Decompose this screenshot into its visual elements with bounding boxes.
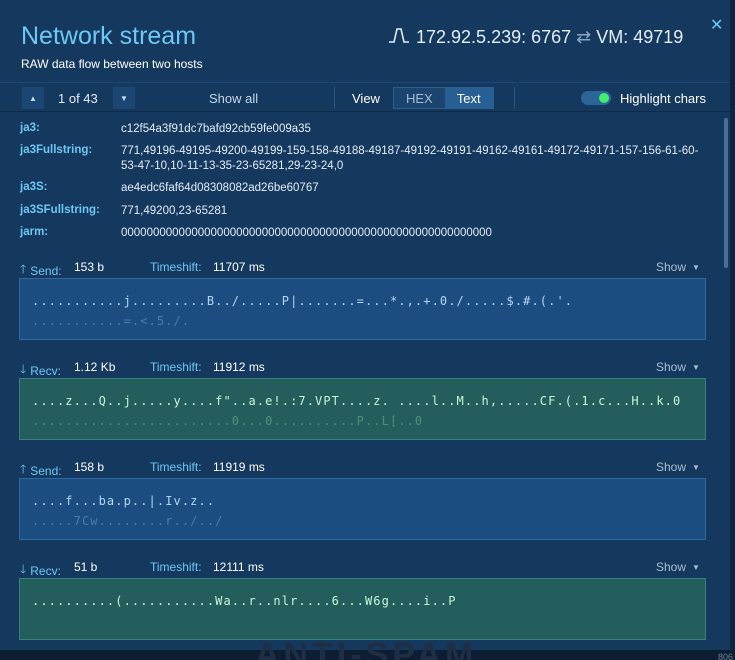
background-text: ANTI-SPAM (255, 636, 478, 660)
fingerprint-row: ja3S: ae4edc6faf64d08308082ad26be60767 (20, 181, 701, 196)
chevron-down-icon: ▼ (692, 562, 700, 572)
fingerprint-key: ja3SFullstring: (20, 204, 100, 216)
payload-line: ....f...ba.p..|.Iv.z.. (32, 494, 216, 508)
dialog-title: Network stream (21, 22, 197, 50)
waveform-icon (388, 26, 410, 49)
chevron-up-icon: ▲ (29, 93, 37, 103)
payload-line: ...........=.<.5./. (32, 314, 191, 328)
fingerprint-key: jarm: (20, 226, 49, 238)
view-text-button[interactable]: Text (444, 88, 493, 108)
connection-summary: 172.92.5.239: 6767 ⇄ VM: 49719 (388, 26, 683, 49)
packet-header: 🡓 Recv: 1.12 Kb Timeshift: 11912 ms Show ▼ (20, 360, 705, 378)
fingerprint-value: ae4edc6faf64d08308082ad26be60767 (121, 182, 319, 194)
view-hex-button[interactable]: HEX (394, 88, 445, 108)
next-button[interactable]: ▼ (113, 87, 135, 109)
packet-show-dropdown[interactable]: Show ▼ (656, 260, 700, 274)
timeshift-label: Timeshift: (150, 460, 202, 474)
fingerprint-value: 771,49196-49195-49200-49199-159-158-4918… (121, 145, 699, 172)
packet-header: 🡑 Send: 158 b Timeshift: 11919 ms Show ▼ (20, 460, 705, 478)
network-stream-dialog: Network stream RAW data flow between two… (0, 0, 730, 650)
timeshift-label: Timeshift: (150, 560, 202, 574)
packet-show-dropdown[interactable]: Show ▼ (656, 460, 700, 474)
toolbar-divider (514, 87, 515, 109)
scrollbar[interactable] (724, 118, 728, 268)
chevron-down-icon: ▼ (120, 93, 128, 103)
payload-line: ..........(...........Wa..r..nlr....6...… (32, 594, 457, 608)
payload-line: ........................0...0..........P… (32, 414, 424, 428)
highlight-chars-label: Highlight chars (620, 91, 706, 106)
payload-line: ....z...Q..j.....y....f"..a.e!.:7.VPT...… (32, 394, 682, 408)
packet-header: 🡑 Send: 153 b Timeshift: 11707 ms Show ▼ (20, 260, 705, 278)
chevron-down-icon: ▼ (692, 462, 700, 472)
chevron-down-icon: ▼ (692, 262, 700, 272)
fingerprint-key: ja3: (20, 122, 40, 134)
packet-payload: ....f...ba.p..|.Iv.z.. .....7Cw........r.… (19, 478, 706, 540)
packet-size: 153 b (74, 260, 105, 274)
close-icon[interactable]: ✕ (710, 15, 723, 35)
fingerprint-value: 771,49200,23-65281 (121, 205, 228, 217)
timeshift-value: 11707 ms (213, 260, 265, 274)
stream-toolbar: ▲ 1 of 43 ▼ Show all View HEX Text Highl… (0, 82, 730, 112)
source-host: 172.92.5.239: 6767 (416, 27, 572, 47)
timeshift-label: Timeshift: (150, 360, 202, 374)
window-edge (730, 0, 735, 650)
packet-payload: ..........(...........Wa..r..nlr....6...… (19, 578, 706, 640)
payload-line: .....7Cw........r../../ (32, 514, 224, 528)
packet-show-dropdown[interactable]: Show ▼ (656, 360, 700, 374)
fingerprint-row: ja3SFullstring: 771,49200,23-65281 (20, 204, 701, 219)
timeshift-label: Timeshift: (150, 260, 202, 274)
view-label: View (352, 91, 380, 106)
fingerprint-row: ja3Fullstring: 771,49196-49195-49200-491… (20, 144, 701, 174)
fingerprint-key: ja3S: (20, 181, 48, 193)
view-mode-switch: HEX Text (393, 87, 494, 109)
payload-line: ...........j.........B../.....P|.......=… (32, 294, 574, 308)
packet-payload: ...........j.........B../.....P|.......=… (19, 278, 706, 340)
packet-header: 🡓 Recv: 51 b Timeshift: 12111 ms Show ▼ (20, 560, 705, 578)
exchange-arrows-icon: ⇄ (576, 27, 592, 47)
toolbar-divider (334, 87, 335, 109)
fingerprint-row: ja3: c12f54a3f91dc7bafd92cb59fe009a35 (20, 122, 701, 137)
timeshift-value: 12111 ms (213, 560, 264, 574)
packet-size: 1.12 Kb (74, 360, 116, 374)
fingerprint-value: c12f54a3f91dc7bafd92cb59fe009a35 (121, 123, 311, 135)
stream-content: ja3: c12f54a3f91dc7bafd92cb59fe009a35 ja… (0, 113, 730, 650)
previous-button[interactable]: ▲ (22, 87, 44, 109)
pager-text: 1 of 43 (58, 91, 98, 106)
fingerprint-key: ja3Fullstring: (20, 144, 93, 156)
target-host: VM: 49719 (596, 27, 684, 47)
timeshift-value: 11919 ms (213, 460, 265, 474)
dialog-header: Network stream RAW data flow between two… (0, 0, 730, 82)
timeshift-value: 11912 ms (213, 360, 265, 374)
fingerprint-value: 0000000000000000000000000000000000000000… (121, 227, 492, 239)
packet-payload: ....z...Q..j.....y....f"..a.e!.:7.VPT...… (19, 378, 706, 440)
background-corner-number: 806 (717, 652, 733, 660)
packet-size: 51 b (74, 560, 98, 574)
packet-show-dropdown[interactable]: Show ▼ (656, 560, 700, 574)
highlight-chars-toggle[interactable] (581, 91, 611, 105)
toggle-knob (599, 93, 609, 103)
dialog-subtitle: RAW data flow between two hosts (21, 57, 203, 71)
packet-size: 158 b (74, 460, 105, 474)
fingerprint-row: jarm: 0000000000000000000000000000000000… (20, 226, 701, 241)
chevron-down-icon: ▼ (692, 362, 700, 372)
show-all-button[interactable]: Show all (209, 91, 258, 106)
